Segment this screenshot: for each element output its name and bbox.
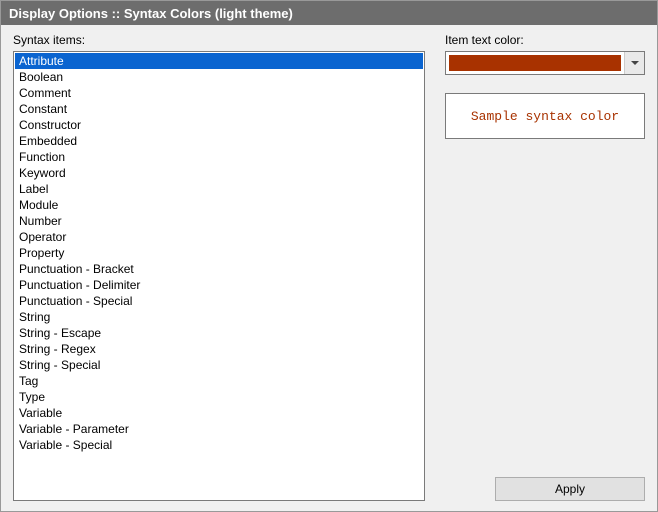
syntax-item[interactable]: Punctuation - Bracket xyxy=(15,261,423,277)
right-panel: Item text color: Sample syntax color App… xyxy=(445,33,645,501)
syntax-item[interactable]: Punctuation - Delimiter xyxy=(15,277,423,293)
apply-button[interactable]: Apply xyxy=(495,477,645,501)
syntax-item[interactable]: Property xyxy=(15,245,423,261)
syntax-item[interactable]: Variable - Parameter xyxy=(15,421,423,437)
syntax-item[interactable]: Operator xyxy=(15,229,423,245)
syntax-item[interactable]: Label xyxy=(15,181,423,197)
color-picker[interactable] xyxy=(445,51,645,75)
color-dropdown-button[interactable] xyxy=(624,52,644,74)
syntax-item[interactable]: Tag xyxy=(15,373,423,389)
left-panel: Syntax items: AttributeBooleanCommentCon… xyxy=(13,33,425,501)
syntax-item[interactable]: Comment xyxy=(15,85,423,101)
title-bar: Display Options :: Syntax Colors (light … xyxy=(1,1,657,25)
syntax-items-label: Syntax items: xyxy=(13,33,425,47)
syntax-item[interactable]: Constant xyxy=(15,101,423,117)
spacer xyxy=(445,139,645,477)
color-swatch xyxy=(449,55,621,71)
syntax-item[interactable]: String - Regex xyxy=(15,341,423,357)
syntax-item[interactable]: Boolean xyxy=(15,69,423,85)
syntax-item[interactable]: Variable xyxy=(15,405,423,421)
syntax-item[interactable]: Constructor xyxy=(15,117,423,133)
syntax-item[interactable]: Module xyxy=(15,197,423,213)
syntax-items-listbox[interactable]: AttributeBooleanCommentConstantConstruct… xyxy=(13,51,425,501)
syntax-item[interactable]: String xyxy=(15,309,423,325)
syntax-item[interactable]: Punctuation - Special xyxy=(15,293,423,309)
sample-text: Sample syntax color xyxy=(471,109,619,124)
dialog-window: Display Options :: Syntax Colors (light … xyxy=(0,0,658,512)
syntax-item[interactable]: Type xyxy=(15,389,423,405)
syntax-item[interactable]: Variable - Special xyxy=(15,437,423,453)
dialog-body: Syntax items: AttributeBooleanCommentCon… xyxy=(1,25,657,511)
syntax-item[interactable]: Function xyxy=(15,149,423,165)
syntax-item[interactable]: Keyword xyxy=(15,165,423,181)
sample-preview: Sample syntax color xyxy=(445,93,645,139)
syntax-item[interactable]: Attribute xyxy=(15,53,423,69)
syntax-item[interactable]: Embedded xyxy=(15,133,423,149)
apply-button-label: Apply xyxy=(555,482,585,496)
syntax-item[interactable]: Number xyxy=(15,213,423,229)
syntax-item[interactable]: String - Special xyxy=(15,357,423,373)
window-title: Display Options :: Syntax Colors (light … xyxy=(9,6,293,21)
syntax-item[interactable]: String - Escape xyxy=(15,325,423,341)
item-text-color-label: Item text color: xyxy=(445,33,645,47)
chevron-down-icon xyxy=(631,61,639,65)
